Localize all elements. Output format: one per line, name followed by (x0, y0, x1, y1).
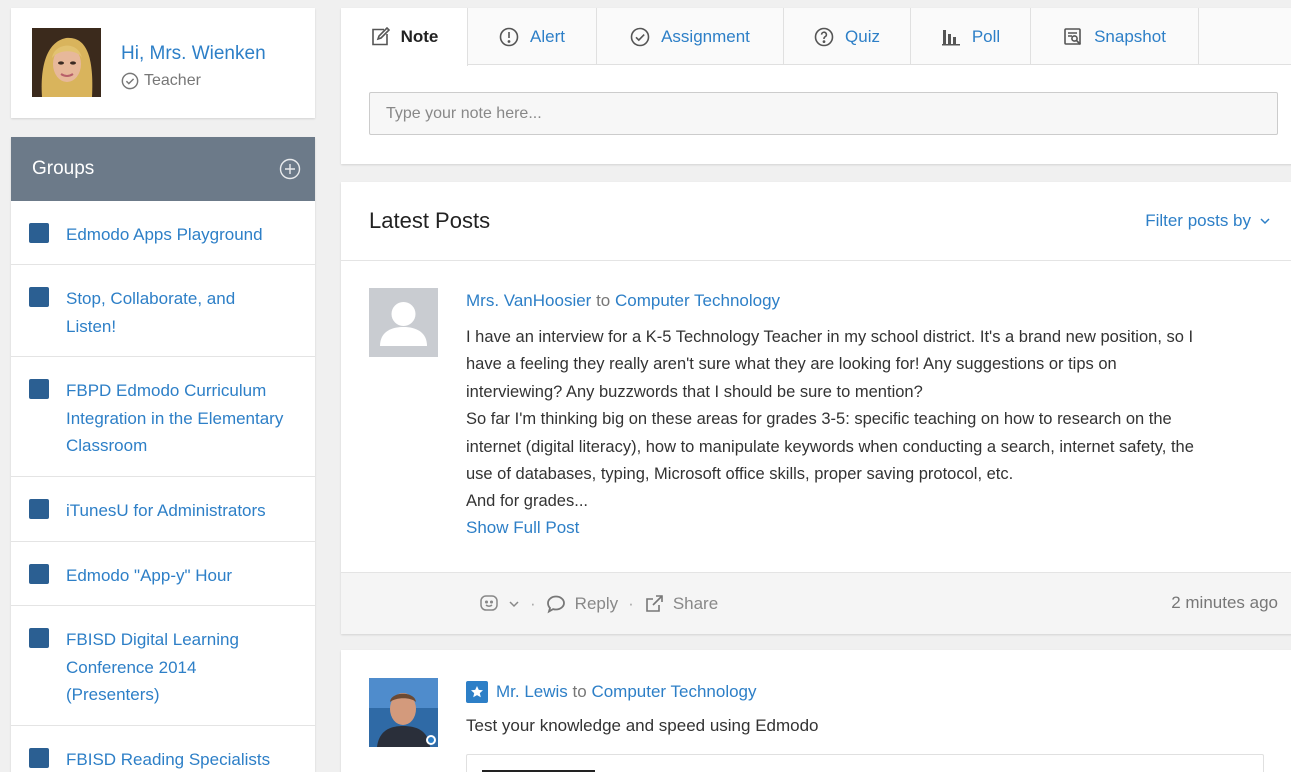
group-item-label[interactable]: Stop, Collaborate, and Listen! (66, 285, 256, 340)
tab-snapshot-label: Snapshot (1094, 26, 1166, 46)
tab-quiz-label: Quiz (845, 26, 880, 46)
post-group-link[interactable]: Computer Technology (591, 682, 756, 701)
separator-dot: · (628, 593, 634, 613)
separator-dot: · (530, 593, 536, 613)
group-color-icon (29, 564, 49, 584)
group-color-icon (29, 499, 49, 519)
group-color-icon (29, 223, 49, 243)
tab-note[interactable]: Note (341, 8, 468, 66)
chevron-down-icon (509, 600, 519, 607)
composer-tabs: Note Alert Assignment Quiz Poll Snapshot (341, 8, 1291, 66)
group-item[interactable]: Stop, Collaborate, and Listen! (11, 265, 315, 357)
verified-check-icon (121, 72, 139, 90)
post-footer: · Reply · Share 2 minutes ago (341, 572, 1291, 634)
post-body-line: internet (digital literacy), how to mani… (466, 437, 1194, 456)
posts-title: Latest Posts (369, 208, 491, 233)
tab-poll-label: Poll (971, 26, 1001, 46)
tab-snapshot[interactable]: Snapshot (1031, 8, 1199, 65)
post-author-link[interactable]: Mr. Lewis (496, 682, 568, 701)
post-body: Test your knowledge and speed using Edmo… (466, 716, 819, 735)
reply-bubble-icon (546, 595, 565, 613)
tab-assignment-label: Assignment (661, 26, 750, 46)
groups-title: Groups (32, 158, 95, 179)
post-group-link[interactable]: Computer Technology (615, 291, 780, 310)
posts-header: Latest Posts Filter posts by (341, 182, 1291, 261)
group-item-label[interactable]: iTunesU for Administrators (66, 497, 266, 525)
group-item-label[interactable]: FBISD Reading Specialists (66, 746, 270, 772)
group-color-icon (29, 628, 49, 648)
post-body-line: have a feeling they really aren't sure w… (466, 355, 1117, 374)
group-item-label[interactable]: FBPD Edmodo Curriculum Integration in th… (66, 377, 301, 460)
star-badge-icon (466, 681, 488, 703)
add-group-icon[interactable] (279, 158, 301, 180)
group-item[interactable]: FBISD Reading Specialists (11, 726, 315, 772)
post-body-line: use of databases, typing, Microsoft offi… (466, 465, 1014, 484)
chevron-down-icon (1260, 218, 1270, 225)
post-body-line: interviewing? Any buzzwords that I shoul… (466, 382, 923, 401)
profile-role: Teacher (121, 72, 201, 90)
post-body-line: I have an interview for a K-5 Technology… (466, 328, 1194, 346)
reaction-button[interactable] (479, 594, 520, 614)
share-icon (646, 594, 663, 612)
tab-alert[interactable]: Alert (468, 8, 597, 65)
poll-icon (941, 29, 960, 45)
group-color-icon (29, 287, 49, 307)
profile-role-label: Teacher (144, 72, 201, 89)
group-item[interactable]: FBPD Edmodo Curriculum Integration in th… (11, 357, 315, 477)
group-item-label[interactable]: Edmodo "App-y" Hour (66, 562, 232, 590)
post-timestamp: 2 minutes ago (1171, 593, 1278, 612)
post-to-word: to (572, 682, 587, 701)
post-attachment[interactable] (466, 754, 1264, 772)
snapshot-icon (1064, 27, 1082, 45)
group-item-label[interactable]: Edmodo Apps Playground (66, 221, 263, 249)
latest-posts-panel: Latest Posts Filter posts by Mrs. VanHoo… (341, 182, 1291, 634)
alert-icon (499, 27, 519, 46)
groups-panel: Groups Edmodo Apps Playground Stop, Coll… (11, 137, 315, 772)
group-item-label[interactable]: FBISD Digital Learning Conference 2014 (… (66, 626, 266, 709)
post-composer: Note Alert Assignment Quiz Poll Snapshot… (341, 8, 1291, 164)
post-body-line: And for grades... (466, 492, 588, 511)
post-meta: Mr. Lewis to Computer Technology (466, 681, 757, 703)
post-author-avatar[interactable] (369, 678, 438, 747)
group-item[interactable]: iTunesU for Administrators (11, 477, 315, 542)
tab-note-label: Note (400, 27, 439, 46)
tab-assignment[interactable]: Assignment (597, 8, 784, 65)
profile-greeting[interactable]: Hi, Mrs. Wienken (121, 43, 266, 65)
group-item[interactable]: Edmodo "App-y" Hour (11, 542, 315, 606)
post-author-link[interactable]: Mrs. VanHoosier (466, 291, 591, 310)
post-body-line: So far I'm thinking big on these areas f… (466, 410, 1172, 429)
post-body: I have an interview for a K-5 Technology… (466, 324, 1271, 516)
profile-card: Hi, Mrs. Wienken Teacher (11, 8, 315, 118)
filter-posts-label: Filter posts by (1145, 211, 1251, 230)
post-card: Mr. Lewis to Computer Technology Test yo… (341, 650, 1291, 772)
quiz-icon (814, 27, 834, 46)
reply-button[interactable]: Reply (546, 594, 618, 614)
post-meta: Mrs. VanHoosier to Computer Technology (466, 291, 780, 311)
group-item[interactable]: FBISD Digital Learning Conference 2014 (… (11, 606, 315, 726)
share-button[interactable]: Share (644, 594, 718, 614)
post-author-avatar[interactable] (369, 288, 438, 357)
tab-poll[interactable]: Poll (911, 8, 1031, 65)
post-to-word: to (596, 291, 611, 310)
assignment-icon (630, 27, 650, 46)
group-item[interactable]: Edmodo Apps Playground (11, 201, 315, 265)
share-label: Share (672, 593, 719, 613)
group-color-icon (29, 748, 49, 768)
group-color-icon (29, 379, 49, 399)
filter-posts-dropdown[interactable]: Filter posts by (1145, 211, 1271, 231)
reply-label: Reply (574, 593, 619, 613)
profile-avatar[interactable] (32, 28, 101, 97)
groups-header: Groups (11, 137, 315, 201)
emoji-reaction-icon (480, 594, 498, 611)
tab-alert-label: Alert (530, 26, 565, 46)
note-icon (371, 27, 390, 46)
show-full-post-link[interactable]: Show Full Post (466, 518, 579, 538)
tab-quiz[interactable]: Quiz (784, 8, 911, 65)
note-input[interactable] (369, 92, 1278, 135)
